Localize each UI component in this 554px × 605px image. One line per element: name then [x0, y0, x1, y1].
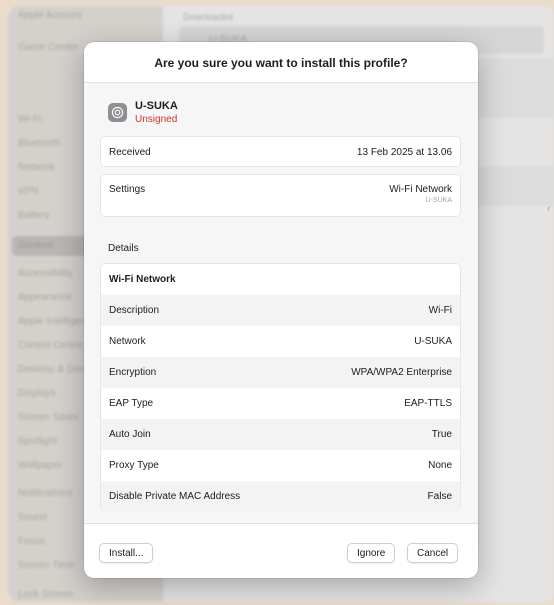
install-profile-dialog: Are you sure you want to install this pr… [84, 42, 478, 578]
sidebar-item: Lock Screen [18, 589, 74, 600]
detail-row-encryption: Encryption WPA/WPA2 Enterprise [101, 357, 460, 388]
sidebar-item: Desktop & Dock [18, 364, 90, 375]
detail-value: True [431, 429, 452, 440]
detail-row-network: Network U-SUKA [101, 326, 460, 357]
detail-row-proxy-type: Proxy Type None [101, 450, 460, 481]
chevron-left-icon: ‹ [547, 203, 551, 214]
received-label: Received [109, 147, 151, 158]
detail-label: Description [109, 305, 160, 316]
settings-subvalue: U-SUKA [425, 197, 452, 204]
received-row: Received 13 Feb 2025 at 13.06 [101, 137, 460, 168]
detail-value: EAP-TTLS [404, 398, 452, 409]
sidebar-item: Network [18, 162, 55, 173]
sidebar-item: Screen Time [18, 560, 75, 571]
settings-label: Settings [109, 184, 146, 195]
detail-value: False [427, 491, 452, 502]
settings-row: Settings Wi-Fi Network U-SUKA [101, 175, 460, 218]
details-header: Wi-Fi Network [109, 274, 176, 285]
detail-row-eap-type: EAP Type EAP-TTLS [101, 388, 460, 419]
profile-name: U-SUKA [135, 100, 178, 112]
detail-label: Auto Join [109, 429, 151, 440]
sidebar-item: Screen Saver [18, 412, 79, 423]
sidebar-item: Focus [18, 536, 46, 547]
detail-value: U-SUKA [414, 336, 452, 347]
received-value: 13 Feb 2025 at 13.06 [356, 147, 452, 158]
install-button[interactable]: Install... [99, 543, 154, 563]
settings-group: Settings Wi-Fi Network U-SUKA [100, 174, 461, 217]
profile-signature-status: Unsigned [135, 114, 178, 125]
sidebar-item: Spotlight [18, 436, 57, 447]
sidebar-item: Bluetooth [18, 138, 61, 149]
sidebar-item: Accessibility [18, 268, 73, 279]
sidebar-item: Control Centre [18, 340, 84, 351]
sidebar-item: Wallpaper [18, 460, 63, 471]
sidebar-item: Game Center [18, 42, 79, 53]
detail-value: Wi-Fi [428, 305, 452, 316]
settings-value: Wi-Fi Network [389, 184, 452, 195]
detail-label: EAP Type [109, 398, 154, 409]
detail-value: None [428, 460, 452, 471]
cancel-button[interactable]: Cancel [407, 543, 459, 563]
detail-value: WPA/WPA2 Enterprise [351, 367, 452, 378]
received-group: Received 13 Feb 2025 at 13.06 [100, 136, 461, 167]
detail-label: Disable Private MAC Address [109, 491, 241, 502]
ignore-button[interactable]: Ignore [347, 543, 396, 563]
dialog-title: Are you sure you want to install this pr… [154, 56, 408, 70]
sidebar-item: Sound [18, 512, 47, 523]
sidebar-item: Appearance [18, 292, 72, 303]
detail-row-disable-private-mac: Disable Private MAC Address False [101, 481, 460, 512]
sidebar-item: Battery [18, 210, 50, 221]
sidebar-item: Displays [18, 388, 56, 399]
detail-label: Network [109, 336, 146, 347]
sidebar-item: Apple Account [18, 10, 82, 21]
sidebar-item: VPN [18, 186, 39, 197]
sidebar-item: Wi-Fi [18, 114, 42, 125]
details-group: Wi-Fi Network Description Wi-Fi Network … [100, 263, 461, 512]
settings-gear-icon [108, 103, 127, 122]
sidebar-item: Notifications [18, 488, 73, 499]
detail-label: Proxy Type [109, 460, 159, 471]
detail-label: Encryption [109, 367, 157, 378]
details-label: Details [108, 243, 139, 254]
detail-row-description: Description Wi-Fi [101, 295, 460, 326]
detail-row-auto-join: Auto Join True [101, 419, 460, 450]
background-section-header: Downloaded [183, 12, 234, 22]
